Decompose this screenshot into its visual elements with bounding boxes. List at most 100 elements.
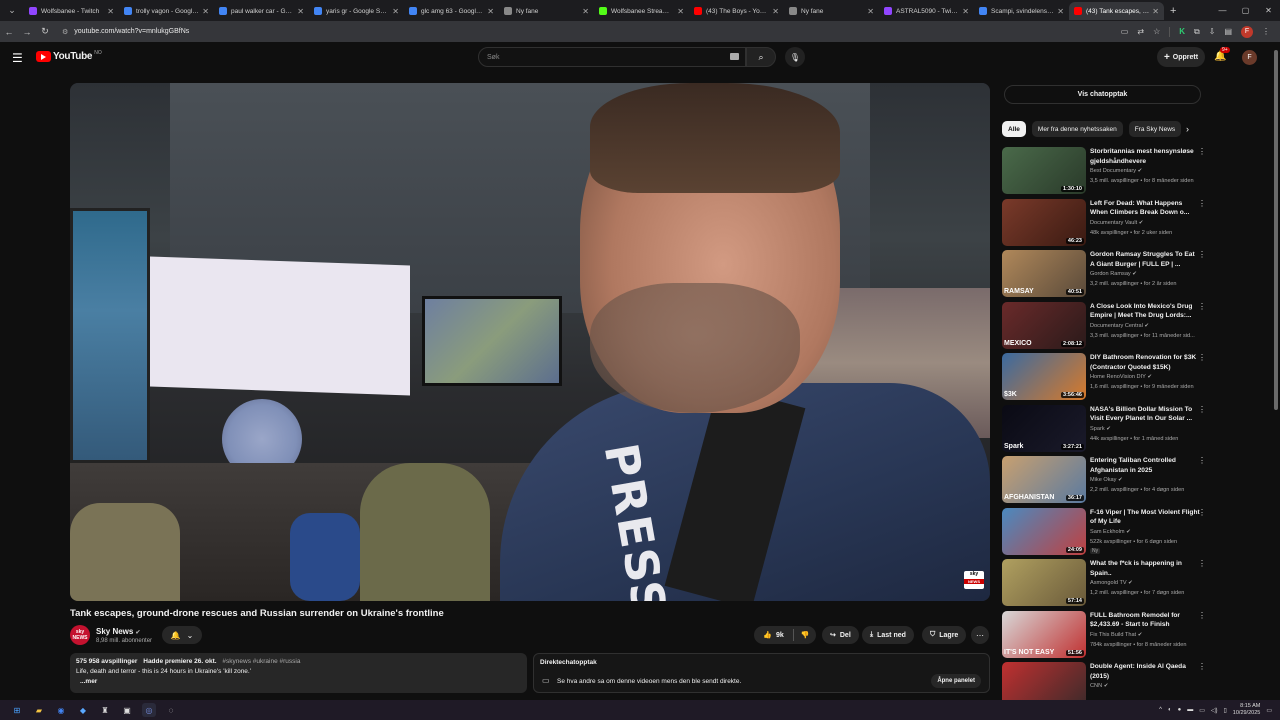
recommended-video[interactable]: 57:14 What the f*ck is happening in Spain…	[1002, 559, 1208, 607]
browser-tab[interactable]: Ny fane ✕	[784, 2, 879, 20]
chevron-right-icon[interactable]: ›	[1186, 124, 1189, 134]
open-panel-button[interactable]: Åpne panelet	[931, 674, 981, 688]
video-channel[interactable]: Home RenoVision DIY ✔	[1090, 374, 1152, 380]
more-vert-icon[interactable]: ⋮	[1198, 456, 1206, 465]
recommended-video[interactable]: AFGHANISTAN 36:17 Entering Taliban Control…	[1002, 456, 1208, 504]
menu-hamburger-icon[interactable]: ☰	[12, 51, 23, 65]
video-thumbnail[interactable]: Spark 3:27:21	[1002, 404, 1086, 452]
video-thumbnail[interactable]: 1:30:10	[1002, 147, 1086, 194]
recommended-video[interactable]: 24:09 F-16 Viper | The Most Violent Fligh…	[1002, 507, 1208, 556]
site-info-icon[interactable]: ⚙	[62, 28, 68, 36]
profile-avatar[interactable]: F	[1241, 25, 1253, 38]
tab-close-icon[interactable]: ✕	[1152, 7, 1159, 16]
video-channel[interactable]: CNN ✔	[1090, 683, 1108, 689]
tray-chevron-icon[interactable]: ^	[1159, 707, 1162, 713]
tray-app-icon[interactable]: ◐	[1168, 707, 1172, 713]
video-title[interactable]: A Close Look Into Mexico's Drug Empire |…	[1090, 302, 1200, 321]
tab-close-icon[interactable]: ✕	[1057, 7, 1064, 16]
voice-search-button[interactable]: 🎙	[785, 47, 805, 67]
downloads-icon[interactable]: ⇩	[1209, 27, 1216, 36]
tab-close-icon[interactable]: ✕	[962, 7, 969, 16]
video-thumbnail[interactable]: MEXICO 2:08:12	[1002, 301, 1086, 349]
recommended-video[interactable]: $3K 3:56:46 DIY Bathroom Renovation for $3…	[1002, 353, 1208, 401]
subscribed-button[interactable]: 🔔 ⌄	[162, 626, 202, 644]
keyboard-icon[interactable]	[730, 53, 739, 60]
browser-tab[interactable]: paul walker car - Google Search✕	[214, 2, 309, 20]
browser-tab[interactable]: trolly vagon - Google Search✕	[119, 2, 214, 20]
more-vert-icon[interactable]: ⋮	[1198, 250, 1206, 259]
tab-close-icon[interactable]: ✕	[677, 7, 684, 16]
more-vert-icon[interactable]: ⋮	[1198, 199, 1206, 208]
app4-icon[interactable]: ◌	[164, 703, 178, 717]
video-title[interactable]: Entering Taliban Controlled Afghanistan …	[1090, 456, 1200, 475]
filter-chip[interactable]: Fra Sky News	[1128, 121, 1182, 137]
video-thumbnail[interactable]: 57:14	[1002, 559, 1086, 606]
browser-tab[interactable]: ASTRAL5090 - Twitch ✕	[879, 2, 974, 20]
browser-tab[interactable]: yaris gr - Google Search✕	[309, 2, 404, 20]
more-vert-icon[interactable]: ⋮	[1198, 147, 1206, 156]
video-thumbnail[interactable]: IT'S NOT EASY 51:56	[1002, 610, 1086, 658]
discord-icon[interactable]: ◎	[142, 703, 156, 717]
video-player[interactable]: PRESS sky NEWS	[70, 83, 990, 601]
tab-close-icon[interactable]: ✕	[202, 7, 209, 16]
video-channel[interactable]: Gordon Ramsay ✔	[1090, 271, 1137, 277]
chrome-icon[interactable]: ◉	[54, 703, 68, 717]
more-actions-button[interactable]: ⋯	[971, 626, 989, 644]
video-thumbnail[interactable]: $3K 3:56:46	[1002, 353, 1086, 400]
browser-menu-icon[interactable]: ⋮	[1262, 27, 1270, 36]
video-title[interactable]: F-16 Viper | The Most Violent Flight of …	[1090, 508, 1200, 527]
filter-chip[interactable]: Mer fra denne nyhetssaken	[1031, 121, 1123, 137]
more-vert-icon[interactable]: ⋮	[1198, 611, 1206, 620]
video-channel[interactable]: Spark ✔	[1090, 426, 1111, 432]
account-avatar[interactable]: F	[1242, 50, 1257, 65]
network-icon[interactable]: ▭	[1199, 707, 1205, 714]
notifications-button[interactable]: 🔔 9+	[1214, 47, 1230, 62]
tab-close-icon[interactable]: ✕	[392, 7, 399, 16]
video-title[interactable]: FULL Bathroom Remodel for $2,433.69 - St…	[1090, 611, 1200, 630]
description-box[interactable]: 575 958 avspillinger Hadde premiere 26. …	[70, 653, 527, 693]
video-title[interactable]: Gordon Ramsay Struggles To Eat A Giant B…	[1090, 250, 1200, 269]
tab-close-icon[interactable]: ✕	[487, 7, 494, 16]
video-channel[interactable]: Mike Okay ✔	[1090, 477, 1123, 483]
hashtags[interactable]: #skynews #ukraine #russia	[222, 658, 300, 665]
like-button[interactable]: 👍 9k	[754, 629, 794, 641]
more-vert-icon[interactable]: ⋮	[1198, 353, 1206, 362]
browser-tab[interactable]: glc amg 63 - Google Search✕	[404, 2, 499, 20]
bookmark-star-icon[interactable]: ☆	[1153, 27, 1160, 36]
clock[interactable]: 8:15 AM 10/29/2025	[1233, 703, 1261, 717]
youtube-logo[interactable]: YouTube NO	[36, 50, 102, 62]
browser-tab[interactable]: Scampi, svindelens opp...✕	[974, 2, 1069, 20]
more-vert-icon[interactable]: ⋮	[1198, 662, 1206, 671]
browser-tab[interactable]: (43) Tank escapes, gro...✕	[1069, 2, 1164, 20]
tab-close-icon[interactable]: ✕	[582, 7, 589, 16]
video-title[interactable]: Left For Dead: What Happens When Climber…	[1090, 199, 1200, 218]
translate-icon[interactable]: ⇄	[1137, 27, 1144, 36]
minimize-icon[interactable]: —	[1211, 0, 1234, 21]
video-title[interactable]: NASA's Billion Dollar Mission To Visit E…	[1090, 405, 1200, 424]
battery-icon[interactable]: ▯	[1223, 707, 1226, 714]
app3-icon[interactable]: ▣	[120, 703, 134, 717]
download-button[interactable]: ⤓ Last ned	[862, 626, 914, 644]
channel-avatar[interactable]: sky NEWS	[70, 625, 90, 645]
maximize-icon[interactable]: ▢	[1234, 0, 1257, 21]
back-icon[interactable]: ←	[0, 27, 18, 37]
video-thumbnail[interactable]: RAMSAY 40:51	[1002, 250, 1086, 297]
scrollbar-thumb[interactable]	[1274, 50, 1278, 410]
search-button[interactable]: ⌕	[746, 47, 776, 67]
close-window-icon[interactable]: ✕	[1257, 0, 1280, 21]
new-tab-icon[interactable]: +	[1170, 5, 1176, 17]
file-explorer-icon[interactable]: ▰	[32, 703, 46, 717]
video-title[interactable]: Double Agent: Inside Al Qaeda (2015)	[1090, 662, 1200, 681]
video-channel[interactable]: Documentary Central ✔	[1090, 323, 1149, 329]
description-more-link[interactable]: ...mer	[80, 678, 521, 685]
video-channel[interactable]: Sam Eckholm ✔	[1090, 529, 1131, 535]
browser-tab[interactable]: Wolfsbanee - Twitch ✕	[24, 2, 119, 20]
url-field[interactable]: ⚙ youtube.com/watch?v=mnlukgGBfNs	[62, 24, 1121, 40]
windows-start-icon[interactable]: ⊞	[10, 703, 24, 717]
more-vert-icon[interactable]: ⋮	[1198, 405, 1206, 414]
show-chat-replay-button[interactable]: Vis chatopptak	[1004, 85, 1201, 104]
side-panel-icon[interactable]: ▤	[1224, 27, 1232, 36]
volume-icon[interactable]: ◁)	[1211, 707, 1218, 714]
recommended-video[interactable]: RAMSAY 40:51 Gordon Ramsay Struggles To Ea…	[1002, 250, 1208, 298]
browser-tab[interactable]: Wolfsbanee Stream - Kick✕	[594, 2, 689, 20]
